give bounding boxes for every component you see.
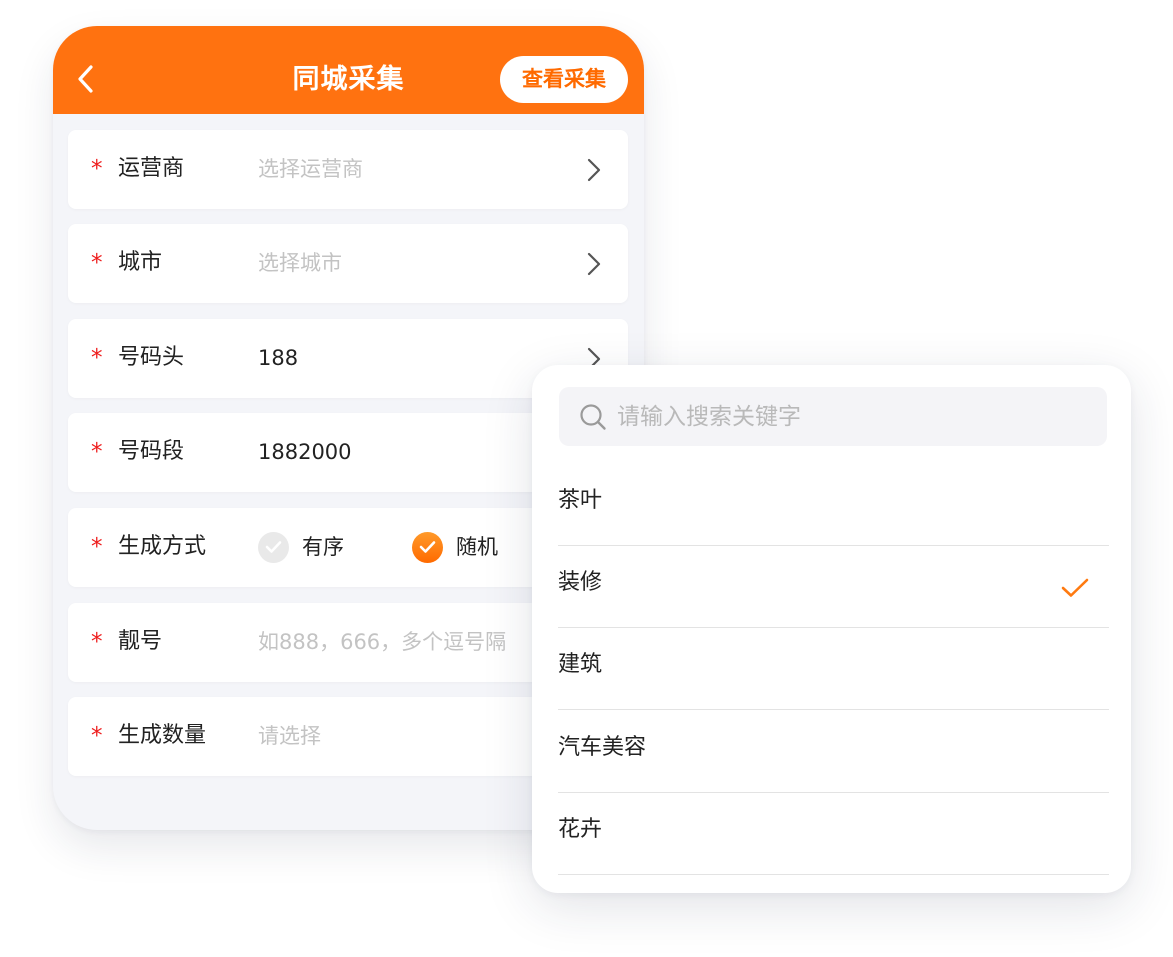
chevron-right-icon xyxy=(587,158,601,182)
search-icon xyxy=(580,404,606,430)
city-placeholder: 选择城市 xyxy=(258,251,342,275)
vanity-number-label: 靓号 xyxy=(118,629,163,654)
check-icon xyxy=(1061,578,1089,597)
number-prefix-label: 号码头 xyxy=(118,345,185,370)
search-input[interactable] xyxy=(617,387,1087,446)
required-mark: * xyxy=(91,156,103,182)
check-icon xyxy=(265,541,282,553)
generation-mode-label: 生成方式 xyxy=(118,534,207,559)
random-radio[interactable] xyxy=(412,532,443,563)
check-icon xyxy=(419,541,436,553)
chevron-right-icon xyxy=(587,252,601,276)
required-mark: * xyxy=(91,439,103,465)
option-tea[interactable]: 茶叶 xyxy=(558,463,1109,546)
carrier-label: 运营商 xyxy=(118,156,185,181)
required-mark: * xyxy=(91,250,103,276)
option-decoration[interactable]: 装修 xyxy=(558,545,1109,628)
nav-header: 同城采集 查看采集 xyxy=(53,26,644,114)
city-label: 城市 xyxy=(118,250,163,275)
number-segment-label: 号码段 xyxy=(118,439,185,464)
option-label: 茶叶 xyxy=(558,488,603,513)
vanity-number-input[interactable]: 如888，666，多个逗号隔 xyxy=(258,627,506,657)
ordered-radio[interactable] xyxy=(258,532,289,563)
option-flowers[interactable]: 花卉 xyxy=(558,792,1109,875)
option-label: 建筑 xyxy=(558,652,603,677)
view-collection-button[interactable]: 查看采集 xyxy=(500,56,628,103)
option-label: 花卉 xyxy=(558,817,603,842)
option-label: 汽车美容 xyxy=(558,735,647,760)
required-mark: * xyxy=(91,534,103,560)
number-prefix-value: 188 xyxy=(258,346,299,370)
generate-count-label: 生成数量 xyxy=(118,723,207,748)
random-radio-label[interactable]: 随机 xyxy=(456,532,498,562)
carrier-placeholder: 选择运营商 xyxy=(258,157,363,181)
number-segment-value: 1882000 xyxy=(258,440,352,464)
search-bar[interactable] xyxy=(559,387,1107,446)
required-mark: * xyxy=(91,723,103,749)
option-construction[interactable]: 建筑 xyxy=(558,627,1109,710)
ordered-radio-label[interactable]: 有序 xyxy=(302,532,344,562)
city-row[interactable]: * 城市 选择城市 xyxy=(68,224,628,303)
required-mark: * xyxy=(91,345,103,371)
generate-count-placeholder: 请选择 xyxy=(258,724,321,748)
required-mark: * xyxy=(91,629,103,655)
industry-picker-popup: 茶叶 装修 建筑 汽车美容 花卉 xyxy=(532,365,1131,893)
carrier-row[interactable]: * 运营商 选择运营商 xyxy=(68,130,628,209)
option-label: 装修 xyxy=(558,570,603,595)
option-car-detailing[interactable]: 汽车美容 xyxy=(558,710,1109,793)
